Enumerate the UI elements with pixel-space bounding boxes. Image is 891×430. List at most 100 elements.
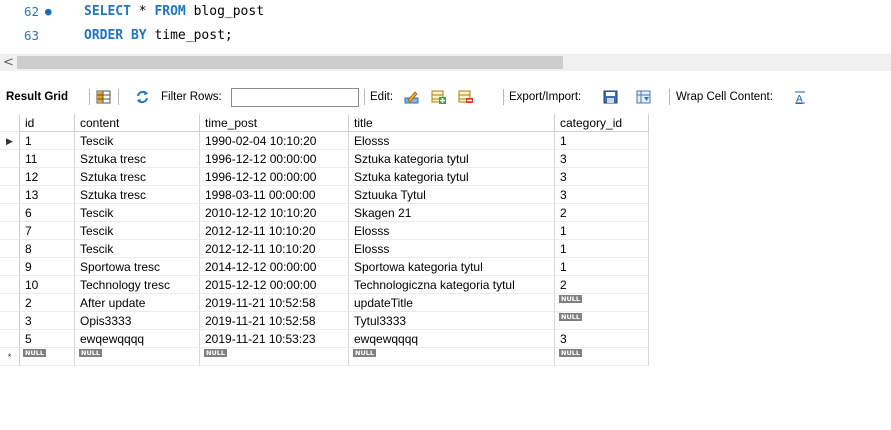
table-cell-title[interactable]: Tytul3333 (349, 312, 555, 330)
wrap-content-icon[interactable]: A (794, 90, 806, 105)
export-icon[interactable] (603, 90, 618, 104)
table-cell-category-id[interactable]: NULL (555, 348, 649, 366)
table-cell-title[interactable]: Elosss (349, 222, 555, 240)
table-cell-id[interactable]: NULL (20, 348, 75, 366)
table-cell-content[interactable]: Tescik (75, 204, 200, 222)
table-cell-time-post[interactable]: NULL (200, 348, 349, 366)
table-cell-title[interactable]: NULL (349, 348, 555, 366)
table-cell-category-id[interactable]: 1 (555, 222, 649, 240)
row-gutter[interactable] (0, 222, 20, 240)
table-cell-category-id[interactable]: 3 (555, 168, 649, 186)
table-cell-content[interactable]: Sztuka tresc (75, 168, 200, 186)
table-cell-time-post[interactable]: 2012-12-11 10:10:20 (200, 240, 349, 258)
table-cell-category-id[interactable]: 3 (555, 330, 649, 348)
result-grid-tab[interactable]: Result Grid (6, 85, 68, 109)
table-cell-id[interactable]: 2 (20, 294, 75, 312)
table-cell-content[interactable]: Opis3333 (75, 312, 200, 330)
row-gutter[interactable] (0, 204, 20, 222)
table-cell-title[interactable]: Sportowa kategoria tytul (349, 258, 555, 276)
table-cell-title[interactable]: Elosss (349, 132, 555, 150)
column-header-id[interactable]: id (20, 114, 75, 132)
add-row-icon[interactable] (431, 90, 446, 104)
row-gutter[interactable] (0, 276, 20, 294)
table-cell-content[interactable]: NULL (75, 348, 200, 366)
row-gutter[interactable] (0, 330, 20, 348)
table-cell-time-post[interactable]: 2019-11-21 10:53:23 (200, 330, 349, 348)
row-gutter[interactable] (0, 312, 20, 330)
table-cell-time-post[interactable]: 2019-11-21 10:52:58 (200, 312, 349, 330)
table-cell-title[interactable]: Sztuka kategoria tytul (349, 168, 555, 186)
import-icon[interactable] (636, 90, 651, 104)
table-cell-category-id[interactable]: NULL (555, 312, 649, 330)
table-cell-content[interactable]: Tescik (75, 132, 200, 150)
table-cell-time-post[interactable]: 1998-03-11 00:00:00 (200, 186, 349, 204)
table-cell-content[interactable]: Tescik (75, 222, 200, 240)
column-header-time-post[interactable]: time_post (200, 114, 349, 132)
row-gutter[interactable] (0, 240, 20, 258)
table-cell-content[interactable]: Sztuka tresc (75, 150, 200, 168)
table-cell-content[interactable]: Sztuka tresc (75, 186, 200, 204)
code-line-62[interactable]: 62 ● SELECT * FROM blog_post (0, 1, 891, 23)
delete-row-icon[interactable] (458, 90, 473, 104)
table-cell-category-id[interactable]: 2 (555, 276, 649, 294)
table-cell-category-id[interactable]: 2 (555, 204, 649, 222)
table-cell-content[interactable]: Technology tresc (75, 276, 200, 294)
table-cell-time-post[interactable]: 1996-12-12 00:00:00 (200, 150, 349, 168)
table-cell-id[interactable]: 10 (20, 276, 75, 294)
table-cell-title[interactable]: ewqewqqqq (349, 330, 555, 348)
row-gutter[interactable] (0, 258, 20, 276)
table-cell-category-id[interactable]: 1 (555, 240, 649, 258)
table-cell-id[interactable]: 1 (20, 132, 75, 150)
table-cell-title[interactable]: Elosss (349, 240, 555, 258)
table-cell-category-id[interactable]: 1 (555, 258, 649, 276)
scrollbar-thumb[interactable] (17, 56, 563, 69)
row-gutter[interactable] (0, 294, 20, 312)
column-header-category-id[interactable]: category_id (555, 114, 649, 132)
grid-toggle-icon[interactable] (96, 90, 111, 104)
table-cell-id[interactable]: 5 (20, 330, 75, 348)
table-cell-time-post[interactable]: 1996-12-12 00:00:00 (200, 168, 349, 186)
column-header-content[interactable]: content (75, 114, 200, 132)
table-cell-category-id[interactable]: 3 (555, 150, 649, 168)
table-cell-title[interactable]: Skagen 21 (349, 204, 555, 222)
code-line-63[interactable]: 63 ORDER BY time_post; (0, 25, 891, 47)
sql-editor[interactable]: 62 ● SELECT * FROM blog_post 63 ORDER BY… (0, 0, 891, 52)
table-cell-time-post[interactable]: 2012-12-11 10:10:20 (200, 222, 349, 240)
table-cell-category-id[interactable]: NULL (555, 294, 649, 312)
table-cell-content[interactable]: ewqewqqqq (75, 330, 200, 348)
row-gutter[interactable] (0, 150, 20, 168)
filter-rows-input[interactable] (231, 88, 359, 107)
refresh-icon[interactable] (135, 90, 150, 104)
table-cell-content[interactable]: Sportowa tresc (75, 258, 200, 276)
table-cell-title[interactable]: Sztuuka Tytul (349, 186, 555, 204)
scroll-left-arrow-icon[interactable]: < (3, 54, 15, 71)
table-cell-title[interactable]: Sztuka kategoria tytul (349, 150, 555, 168)
edit-cell-icon[interactable] (404, 90, 419, 104)
table-cell-id[interactable]: 8 (20, 240, 75, 258)
table-cell-time-post[interactable]: 2019-11-21 10:52:58 (200, 294, 349, 312)
table-cell-content[interactable]: After update (75, 294, 200, 312)
table-cell-id[interactable]: 12 (20, 168, 75, 186)
horizontal-scrollbar[interactable]: < (0, 54, 891, 71)
table-cell-time-post[interactable]: 2015-12-12 00:00:00 (200, 276, 349, 294)
current-row-marker-icon[interactable]: ▶ (0, 132, 20, 150)
column-header-title[interactable]: title (349, 114, 555, 132)
row-gutter[interactable] (0, 186, 20, 204)
table-cell-title[interactable]: Technologiczna kategoria tytul (349, 276, 555, 294)
table-cell-id[interactable]: 11 (20, 150, 75, 168)
table-cell-id[interactable]: 6 (20, 204, 75, 222)
row-gutter[interactable] (0, 168, 20, 186)
table-cell-time-post[interactable]: 2010-12-12 10:10:20 (200, 204, 349, 222)
table-cell-id[interactable]: 7 (20, 222, 75, 240)
table-cell-category-id[interactable]: 1 (555, 132, 649, 150)
table-cell-content[interactable]: Tescik (75, 240, 200, 258)
table-cell-id[interactable]: 9 (20, 258, 75, 276)
table-cell-time-post[interactable]: 1990-02-04 10:10:20 (200, 132, 349, 150)
table-cell-id[interactable]: 3 (20, 312, 75, 330)
table-cell-category-id[interactable]: 3 (555, 186, 649, 204)
new-row-marker-icon[interactable]: * (0, 348, 20, 366)
sql-keyword: SELECT (84, 4, 131, 19)
table-cell-title[interactable]: updateTitle (349, 294, 555, 312)
table-cell-time-post[interactable]: 2014-12-12 00:00:00 (200, 258, 349, 276)
table-cell-id[interactable]: 13 (20, 186, 75, 204)
